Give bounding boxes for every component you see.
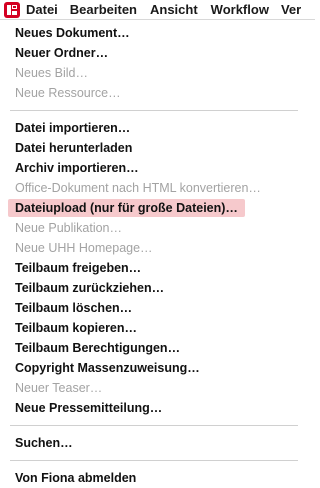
menu-item-neue-ressource: Neue Ressource… <box>0 83 308 103</box>
menu-item-archiv-importieren[interactable]: Archiv importieren… <box>0 158 308 178</box>
menu-item-label: Von Fiona abmelden <box>15 471 137 485</box>
menu-item-neues-dokument[interactable]: Neues Dokument… <box>0 23 308 43</box>
menu-separator <box>10 425 298 426</box>
menu-item-label: Neues Dokument… <box>15 26 130 40</box>
menubar-item-bearbeiten[interactable]: Bearbeiten <box>70 0 150 19</box>
menu-item-label: Teilbaum freigeben… <box>15 261 142 275</box>
menu-item-label: Neue Ressource… <box>15 86 121 100</box>
menu-item-suchen[interactable]: Suchen… <box>0 433 308 453</box>
menu-item-dateiupload-nur-fu-r-gro-e-dateien[interactable]: Dateiupload (nur für große Dateien)… <box>0 198 308 218</box>
menu-item-label: Neuer Ordner… <box>15 46 109 60</box>
menu-item-label: Neuer Teaser… <box>15 381 103 395</box>
menu-bar: Datei Bearbeiten Ansicht Workflow Ver <box>0 0 315 20</box>
menu-item-label: Archiv importieren… <box>15 161 139 175</box>
menu-item-label: Neue Publikation… <box>15 221 123 235</box>
menubar-item-ansicht[interactable]: Ansicht <box>150 0 211 19</box>
menubar-item-ver[interactable]: Ver <box>281 0 308 19</box>
menu-item-von-fiona-abmelden[interactable]: Von Fiona abmelden <box>0 468 308 488</box>
menu-item-label: Dateiupload (nur für große Dateien)… <box>15 201 238 215</box>
menu-item-label: Teilbaum zurückziehen… <box>15 281 165 295</box>
menu-edge <box>308 20 315 469</box>
menu-item-neues-bild: Neues Bild… <box>0 63 308 83</box>
menu-item-neue-uhh-homepage: Neue UHH Homepage… <box>0 238 308 258</box>
menu-item-neue-publikation: Neue Publikation… <box>0 218 308 238</box>
menu-item-datei-importieren[interactable]: Datei importieren… <box>0 118 308 138</box>
menubar-item-workflow[interactable]: Workflow <box>211 0 281 19</box>
menu-item-label: Copyright Massenzuweisung… <box>15 361 200 375</box>
menu-separator <box>10 110 298 111</box>
menu-item-neuer-ordner[interactable]: Neuer Ordner… <box>0 43 308 63</box>
menu-item-datei-herunterladen[interactable]: Datei herunterladen <box>0 138 308 158</box>
menu-item-teilbaum-berechtigungen[interactable]: Teilbaum Berechtigungen… <box>0 338 308 358</box>
menu-item-neuer-teaser: Neuer Teaser… <box>0 378 308 398</box>
menu-item-label: Neues Bild… <box>15 66 88 80</box>
menu-item-teilbaum-zuru-ckziehen[interactable]: Teilbaum zurückziehen… <box>0 278 308 298</box>
menu-item-label: Neue Pressemitteilung… <box>15 401 163 415</box>
menu-item-label: Teilbaum kopieren… <box>15 321 138 335</box>
menu-item-copyright-massenzuweisung[interactable]: Copyright Massenzuweisung… <box>0 358 308 378</box>
menu-item-label: Neue UHH Homepage… <box>15 241 153 255</box>
menu-item-teilbaum-lo-schen[interactable]: Teilbaum löschen… <box>0 298 308 318</box>
datei-dropdown-menu: Neues Dokument… Neuer Ordner… Neues Bild… N… <box>0 20 308 485</box>
menu-item-label: Teilbaum Berechtigungen… <box>15 341 181 355</box>
menu-item-label: Suchen… <box>15 436 73 450</box>
menu-item-teilbaum-kopieren[interactable]: Teilbaum kopieren… <box>0 318 308 338</box>
menubar-item-datei[interactable]: Datei <box>26 0 70 19</box>
menu-item-neue-pressemitteilung[interactable]: Neue Pressemitteilung… <box>0 398 308 418</box>
menu-item-label: Datei herunterladen <box>15 141 133 155</box>
menu-item-label: Teilbaum löschen… <box>15 301 133 315</box>
menu-item-teilbaum-freigeben[interactable]: Teilbaum freigeben… <box>0 258 308 278</box>
menu-item-label: Office-Dokument nach HTML konvertieren… <box>15 181 261 195</box>
fiona-logo-icon[interactable] <box>4 1 20 18</box>
menu-separator <box>10 460 298 461</box>
menu-item-label: Datei importieren… <box>15 121 131 135</box>
menu-item-office-dokument-nach-html-konvertieren: Office-Dokument nach HTML konvertieren… <box>0 178 308 198</box>
